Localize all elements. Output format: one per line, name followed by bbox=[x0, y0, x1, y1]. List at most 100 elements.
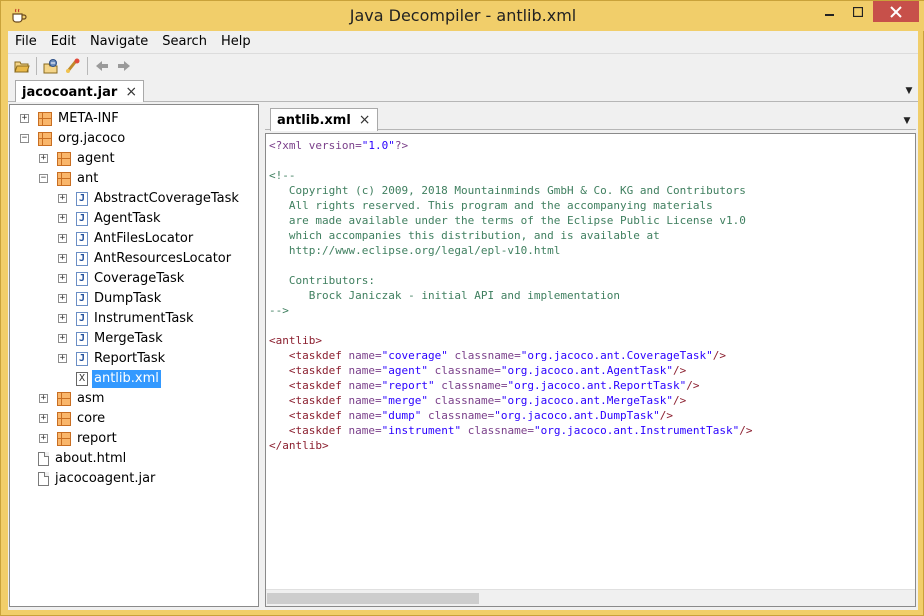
code-token: "agent" bbox=[381, 364, 428, 377]
tree-node[interactable]: report bbox=[57, 429, 119, 449]
tree-node[interactable]: Xantlib.xml bbox=[76, 369, 161, 389]
collapse-icon[interactable]: − bbox=[20, 134, 29, 143]
tree-node[interactable]: J AbstractCoverageTask bbox=[76, 189, 241, 209]
forward-button[interactable] bbox=[113, 55, 135, 77]
tree-node-label: asm bbox=[77, 391, 105, 406]
code-token: <taskdef bbox=[269, 394, 349, 407]
java-class-icon: J bbox=[76, 192, 88, 206]
tree-node[interactable]: ant bbox=[57, 169, 100, 189]
horizontal-scrollbar[interactable] bbox=[266, 589, 915, 606]
menu-edit[interactable]: Edit bbox=[44, 31, 83, 53]
tree-node[interactable]: jacocoagent.jar bbox=[38, 469, 157, 489]
expand-icon[interactable]: + bbox=[58, 334, 67, 343]
maximize-icon bbox=[853, 6, 863, 17]
tree-node-label: MergeTask bbox=[94, 331, 163, 346]
tree-node-label: CoverageTask bbox=[94, 271, 185, 286]
collapse-icon[interactable]: − bbox=[39, 174, 48, 183]
expand-icon[interactable]: + bbox=[58, 314, 67, 323]
code-token: classname= bbox=[421, 409, 495, 422]
close-tab-icon[interactable]: × bbox=[359, 112, 371, 128]
tree-node-label: AntFilesLocator bbox=[94, 231, 194, 246]
tree-node-label: org.jacoco bbox=[58, 131, 126, 146]
tab-antlib-xml[interactable]: antlib.xml × bbox=[270, 108, 378, 131]
code-token: name= bbox=[348, 364, 382, 377]
close-window-button[interactable] bbox=[873, 1, 919, 22]
scrollbar-thumb[interactable] bbox=[267, 593, 479, 604]
code-token: All rights reserved. This program and th… bbox=[269, 199, 713, 212]
tree-node[interactable]: agent bbox=[57, 149, 117, 169]
expand-icon[interactable]: + bbox=[58, 274, 67, 283]
tree-node[interactable]: J CoverageTask bbox=[76, 269, 186, 289]
tree-node[interactable]: J ReportTask bbox=[76, 349, 167, 369]
tree-node[interactable]: J DumpTask bbox=[76, 289, 163, 309]
code-line: <?xml version="1.0"?> bbox=[269, 138, 753, 153]
package-icon bbox=[57, 432, 71, 446]
expand-icon[interactable]: + bbox=[39, 154, 48, 163]
expand-icon[interactable]: + bbox=[58, 254, 67, 263]
source-view[interactable]: <?xml version="1.0"?> <!-- Copyright (c) … bbox=[265, 133, 916, 607]
code-token: "org.jacoco.ant.InstrumentTask" bbox=[533, 424, 740, 437]
tree-node[interactable]: about.html bbox=[38, 449, 128, 469]
menu-navigate[interactable]: Navigate bbox=[83, 31, 155, 53]
code-token: "org.jacoco.ant.CoverageTask" bbox=[520, 349, 713, 362]
tree-node[interactable]: org.jacoco bbox=[38, 129, 127, 149]
code-token: </antlib> bbox=[269, 439, 329, 452]
minimize-icon bbox=[825, 13, 834, 16]
expand-icon[interactable]: + bbox=[39, 434, 48, 443]
file-tree[interactable]: + META-INF − org.jacoco + agent − ant + J Abstract… bbox=[9, 104, 259, 607]
expand-icon[interactable]: + bbox=[58, 214, 67, 223]
tree-node[interactable]: META-INF bbox=[38, 109, 121, 129]
code-line: <taskdef name="merge" classname="org.jac… bbox=[269, 393, 753, 408]
code-token: classname= bbox=[427, 364, 501, 377]
expand-icon[interactable]: + bbox=[58, 234, 67, 243]
tab-list-dropdown-icon[interactable]: ▼ bbox=[903, 85, 915, 97]
expand-icon[interactable]: + bbox=[39, 394, 48, 403]
tree-node[interactable]: J AgentTask bbox=[76, 209, 163, 229]
app-window: Java Decompiler - antlib.xml File Edit N… bbox=[0, 0, 924, 616]
menu-search[interactable]: Search bbox=[155, 31, 214, 53]
java-class-icon: J bbox=[76, 272, 88, 286]
code-line: <taskdef name="coverage" classname="org.… bbox=[269, 348, 753, 363]
menu-file[interactable]: File bbox=[8, 31, 44, 53]
tree-node[interactable]: J AntFilesLocator bbox=[76, 229, 195, 249]
tab-list-dropdown-icon[interactable]: ▼ bbox=[901, 115, 913, 127]
code-token: <taskdef bbox=[269, 424, 349, 437]
close-tab-icon[interactable]: × bbox=[125, 84, 137, 100]
tree-node[interactable]: asm bbox=[57, 389, 106, 409]
code-token: classname= bbox=[427, 394, 501, 407]
tab-jacocoant-jar[interactable]: jacocoant.jar × bbox=[15, 80, 145, 103]
package-icon bbox=[57, 412, 71, 426]
tree-node-label: about.html bbox=[55, 451, 127, 466]
tree-node-label: core bbox=[77, 411, 106, 426]
java-class-icon: J bbox=[76, 312, 88, 326]
menu-help[interactable]: Help bbox=[214, 31, 258, 53]
code-token: classname= bbox=[434, 379, 508, 392]
expand-icon[interactable]: + bbox=[39, 414, 48, 423]
code-token: "org.jacoco.ant.MergeTask" bbox=[500, 394, 674, 407]
expand-icon[interactable]: + bbox=[58, 194, 67, 203]
expand-icon[interactable]: + bbox=[58, 354, 67, 363]
window-title: Java Decompiler - antlib.xml bbox=[349, 6, 577, 25]
code-token: <taskdef bbox=[269, 379, 349, 392]
tree-node[interactable]: J InstrumentTask bbox=[76, 309, 196, 329]
title-bar[interactable]: Java Decompiler - antlib.xml bbox=[1, 1, 924, 31]
minimize-button[interactable] bbox=[817, 1, 843, 22]
maximize-button[interactable] bbox=[845, 1, 871, 22]
tree-node[interactable]: J MergeTask bbox=[76, 329, 165, 349]
file-icon bbox=[38, 472, 49, 486]
code-token: <taskdef bbox=[269, 409, 349, 422]
tree-node[interactable]: core bbox=[57, 409, 107, 429]
tree-node[interactable]: J AntResourcesLocator bbox=[76, 249, 233, 269]
code-line: </antlib> bbox=[269, 438, 753, 453]
open-file-icon bbox=[14, 61, 30, 72]
code-token: "org.jacoco.ant.DumpTask" bbox=[494, 409, 660, 422]
open-file-button[interactable] bbox=[11, 55, 33, 77]
open-type-button[interactable] bbox=[40, 55, 62, 77]
open-type-hierarchy-button[interactable] bbox=[62, 55, 84, 77]
expand-icon[interactable]: + bbox=[20, 114, 29, 123]
code-token: Contributors: bbox=[269, 274, 375, 287]
back-button[interactable] bbox=[91, 55, 113, 77]
expand-icon[interactable]: + bbox=[58, 294, 67, 303]
